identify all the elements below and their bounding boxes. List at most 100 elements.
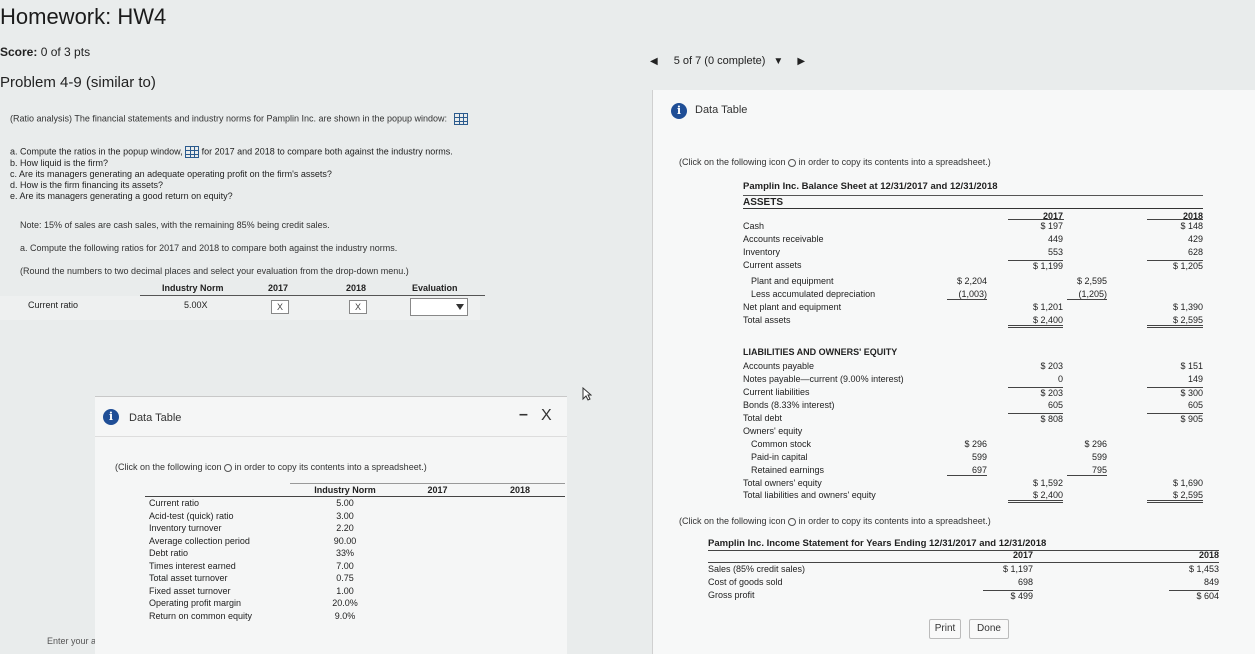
statement-row-label: Cash bbox=[743, 221, 765, 231]
table-cell bbox=[475, 585, 565, 598]
statement-value: $ 905 bbox=[1147, 413, 1203, 424]
table-cell: Current ratio bbox=[149, 498, 200, 508]
statement-value: $ 2,595 bbox=[1076, 276, 1107, 286]
income-row-label: Sales (85% credit sales) bbox=[708, 564, 806, 574]
table-row: Acid-test (quick) ratio 3.00 bbox=[145, 510, 565, 523]
income-row-label: Cost of goods sold bbox=[708, 577, 783, 587]
row-industry-norm: 5.00X bbox=[184, 300, 208, 310]
income-value: $ 604 bbox=[1169, 590, 1219, 601]
statement-value: 553 bbox=[1047, 247, 1063, 257]
table-cell bbox=[400, 547, 475, 560]
table-popup-icon[interactable] bbox=[453, 113, 468, 125]
statement-value: $ 1,199 bbox=[1008, 260, 1063, 271]
copy-to-spreadsheet-icon[interactable] bbox=[224, 463, 233, 472]
statement-value: $ 203 bbox=[1008, 387, 1063, 398]
statement-value: 605 bbox=[1187, 400, 1203, 410]
table-row: Fixed asset turnover 1.00 bbox=[145, 585, 565, 598]
table-cell bbox=[400, 510, 475, 523]
minimize-button[interactable]: – bbox=[519, 406, 528, 424]
statement-value: 697 bbox=[947, 465, 987, 476]
income-value: $ 499 bbox=[983, 590, 1033, 601]
popup-title: Data Table bbox=[695, 104, 748, 116]
statement-row-label: Total assets bbox=[743, 315, 791, 325]
statement-value: $ 296 bbox=[964, 439, 987, 449]
statement-row-label: Inventory bbox=[743, 247, 781, 257]
table-cell: Times interest earned bbox=[149, 560, 236, 571]
question-d: d. How is the firm financing its assets? bbox=[10, 180, 164, 190]
table-cell bbox=[475, 547, 565, 560]
statement-value: $ 296 bbox=[1084, 439, 1107, 449]
table-cell: 2.20 bbox=[336, 523, 354, 533]
question-b: b. How liquid is the firm? bbox=[10, 158, 109, 168]
done-button[interactable]: Done bbox=[969, 619, 1009, 639]
statement-row-label: Current liabilities bbox=[743, 387, 810, 397]
table-cell: Debt ratio bbox=[149, 548, 189, 558]
question-a-text: a. Compute the ratios in the popup windo… bbox=[10, 146, 183, 157]
header-cell: 2018 bbox=[475, 483, 565, 497]
statement-value: $ 1,205 bbox=[1147, 260, 1203, 271]
statement-value: 599 bbox=[971, 452, 987, 462]
statement-row-label: Total owners' equity bbox=[743, 478, 822, 488]
table-cell: 1.00 bbox=[336, 585, 354, 596]
col-evaluation: Evaluation bbox=[412, 283, 458, 293]
question-list: a. Compute the ratios in the popup windo… bbox=[10, 146, 453, 202]
table-cell: Operating profit margin bbox=[149, 598, 242, 608]
statement-value: $ 1,390 bbox=[1172, 302, 1203, 312]
statement-value: $ 2,204 bbox=[956, 276, 987, 286]
financial-statements-popup: i Data Table (Click on the following ico… bbox=[652, 90, 1255, 654]
next-question-icon[interactable]: ▶ bbox=[797, 56, 805, 67]
ratio-table-header: Industry Norm 2017 2018 Evaluation bbox=[140, 283, 485, 296]
copy-note-text-a: (Click on the following icon bbox=[115, 462, 222, 472]
copy-to-spreadsheet-icon[interactable] bbox=[788, 517, 797, 526]
prev-question-icon[interactable]: ◀ bbox=[650, 56, 658, 67]
statement-row-label: Total debt bbox=[743, 413, 783, 423]
row-label: Current ratio bbox=[28, 300, 79, 310]
column-rule bbox=[1147, 219, 1203, 220]
col-2018: 2018 bbox=[346, 283, 367, 293]
income-divider-2 bbox=[708, 562, 1219, 563]
evaluation-dropdown[interactable] bbox=[410, 298, 468, 316]
page-title: Homework: HW4 bbox=[0, 4, 167, 29]
part-a-instruction: a. Compute the following ratios for 2017… bbox=[20, 243, 398, 253]
table-cell: Fixed asset turnover bbox=[149, 585, 231, 596]
table-cell: Return on common equity bbox=[149, 610, 253, 621]
print-button[interactable]: Print bbox=[929, 619, 961, 639]
header-cell bbox=[145, 483, 290, 497]
industry-norms-popup: i Data Table – X (Click on the following… bbox=[95, 396, 567, 654]
score: Score: 0 of 3 pts bbox=[0, 45, 90, 59]
statement-row-label: Net plant and equipment bbox=[743, 302, 842, 312]
copy-note-text-b: in order to copy its contents into a spr… bbox=[798, 516, 991, 526]
income-row-label: Gross profit bbox=[708, 590, 755, 600]
income-value: $ 1,453 bbox=[1188, 564, 1219, 574]
statement-row-label: Bonds (8.33% interest) bbox=[743, 400, 835, 410]
table-cell bbox=[475, 522, 565, 535]
header-cell: 2017 bbox=[400, 483, 475, 497]
score-label: Score: bbox=[0, 45, 38, 59]
copy-note-text-b: in order to copy its contents into a spr… bbox=[798, 157, 991, 167]
intro-text: (Ratio analysis) The financial statement… bbox=[10, 113, 448, 124]
table-cell bbox=[475, 497, 565, 510]
table-cell bbox=[400, 597, 475, 610]
current-ratio-row: Current ratio 5.00X X X bbox=[0, 296, 480, 320]
table-header-row: Industry Norm 2017 2018 bbox=[145, 483, 565, 497]
statement-value: (1,003) bbox=[947, 289, 987, 300]
industry-norms-table: Industry Norm 2017 2018 Current ratio 5.0… bbox=[145, 483, 565, 622]
income-statement-title: Pamplin Inc. Income Statement for Years … bbox=[708, 538, 1047, 549]
statement-row-label: Accounts payable bbox=[743, 361, 815, 371]
table-cell bbox=[475, 560, 565, 573]
table-cell: 9.0% bbox=[334, 610, 356, 621]
table-popup-icon[interactable] bbox=[185, 146, 200, 158]
popup-header: i Data Table – X bbox=[95, 397, 567, 437]
col-2017: 2017 bbox=[268, 283, 289, 293]
table-cell bbox=[400, 497, 475, 510]
close-button[interactable]: X bbox=[541, 407, 552, 425]
ratio-2017-input[interactable]: X bbox=[271, 300, 289, 314]
pager-label[interactable]: 5 of 7 (0 complete) bbox=[674, 55, 766, 67]
statement-value: $ 300 bbox=[1147, 387, 1203, 398]
pager-dropdown-icon[interactable]: ▼ bbox=[773, 56, 783, 67]
statement-row-label: Notes payable—current (9.00% interest) bbox=[743, 374, 904, 384]
copy-to-spreadsheet-icon[interactable] bbox=[788, 158, 797, 167]
ratio-2018-input[interactable]: X bbox=[349, 300, 367, 314]
statement-value: 628 bbox=[1187, 247, 1203, 257]
question-pager: ◀ 5 of 7 (0 complete) ▼ ▶ bbox=[650, 50, 820, 72]
